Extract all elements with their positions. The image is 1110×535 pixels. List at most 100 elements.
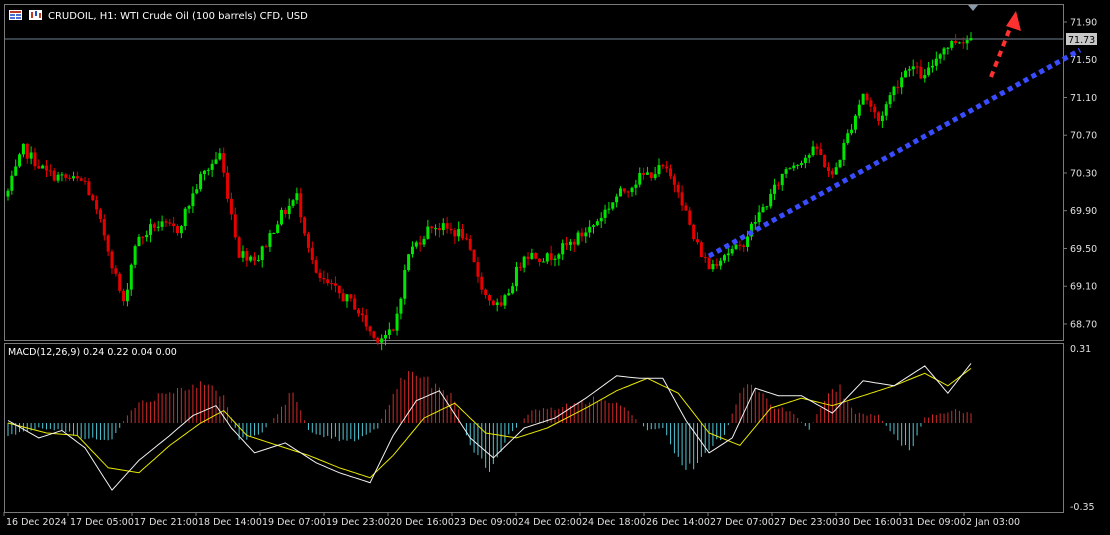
macd-top-label: 0.31 (1070, 344, 1091, 355)
candle (599, 212, 603, 229)
candle-body (796, 164, 800, 166)
candle-body (541, 261, 545, 263)
candle (692, 223, 696, 242)
candle (773, 178, 777, 200)
candle (869, 97, 873, 112)
candle-body (175, 226, 179, 234)
candle-body (526, 256, 530, 259)
candle (565, 236, 569, 250)
candle-body (383, 334, 387, 339)
candle-body (711, 263, 715, 270)
candle-body (83, 180, 87, 182)
candle (226, 165, 230, 203)
candle (83, 176, 87, 185)
candle-body (792, 165, 796, 169)
forecast-arrow-shaft[interactable] (989, 27, 1012, 78)
candle (511, 282, 515, 295)
candle-body (923, 75, 927, 79)
time-tick-label: 30 Dec 16:00 (838, 517, 902, 528)
chart-type-icon[interactable] (29, 10, 42, 20)
candle (711, 259, 715, 272)
candle (264, 244, 268, 248)
candle (495, 298, 499, 312)
candle-body (911, 66, 915, 70)
candle-body (803, 157, 807, 164)
candle (734, 243, 738, 251)
candle (291, 198, 295, 208)
candle-body (746, 236, 750, 247)
candle-body (437, 228, 441, 231)
candle-body (453, 230, 457, 237)
candle-body (561, 243, 565, 255)
candle-body (21, 143, 25, 155)
candle (826, 162, 830, 177)
candle-body (696, 239, 700, 243)
time-tick-label: 24 Dec 02:00 (518, 517, 582, 528)
candle-body (599, 217, 603, 222)
candle (518, 262, 522, 272)
candle-body (761, 206, 765, 213)
candle-body (557, 254, 561, 259)
candle (946, 47, 950, 55)
candle (965, 35, 969, 50)
candle (776, 181, 780, 190)
candle-body (954, 40, 958, 44)
trading-chart[interactable]: CRUDOIL, H1: WTI Crude Oil (100 barrels)… (0, 0, 1110, 535)
candle (318, 268, 322, 282)
candle-body (618, 188, 622, 197)
candle-body (133, 246, 137, 265)
candle (661, 163, 665, 169)
candle-body (657, 165, 661, 175)
candle (303, 216, 307, 237)
candle-body (376, 337, 380, 343)
candle (880, 111, 884, 128)
candle-body (927, 67, 931, 76)
candle-body (495, 302, 499, 306)
candle (911, 59, 915, 77)
candle-body (669, 168, 673, 177)
candle-body (472, 249, 476, 263)
candle-body (615, 196, 619, 203)
candle (449, 222, 453, 235)
candle-body (815, 146, 819, 149)
price-tick-label: 69.10 (1070, 282, 1097, 293)
candle (491, 299, 495, 306)
candle-body (857, 104, 861, 116)
candle (310, 241, 314, 265)
candle (919, 59, 923, 80)
candle (457, 221, 461, 242)
candle (592, 224, 596, 234)
candle-body (846, 133, 850, 143)
candle-body (904, 70, 908, 78)
candle (430, 225, 434, 234)
candle (800, 160, 804, 168)
candle (64, 172, 68, 182)
candle-body (642, 172, 646, 175)
price-tick-label: 68.70 (1070, 319, 1097, 330)
candle (634, 179, 638, 196)
time-tick-label: 2 Jan 03:00 (966, 517, 1020, 528)
candle (538, 258, 542, 267)
time-tick-label: 31 Dec 09:00 (902, 517, 966, 528)
current-price-label: 71.73 (1068, 35, 1095, 46)
candle-body (48, 170, 52, 172)
candle-body (757, 212, 761, 223)
candle-body (464, 238, 468, 240)
candle-body (441, 223, 445, 231)
grid-icon[interactable] (9, 10, 22, 20)
candle (283, 207, 287, 218)
candle (237, 235, 241, 259)
time-tick-label: 27 Dec 07:00 (710, 517, 774, 528)
support-trendline[interactable] (707, 47, 1082, 259)
candle-body (71, 176, 75, 179)
candle (360, 307, 364, 323)
candle-body (811, 146, 815, 156)
candle-body (946, 47, 950, 49)
candle (25, 143, 29, 164)
candle (722, 253, 726, 264)
candle-body (118, 273, 122, 291)
candle-body (892, 86, 896, 96)
candle-body (900, 77, 904, 88)
time-tick-label: 17 Dec 05:00 (70, 517, 134, 528)
candle (480, 272, 484, 295)
